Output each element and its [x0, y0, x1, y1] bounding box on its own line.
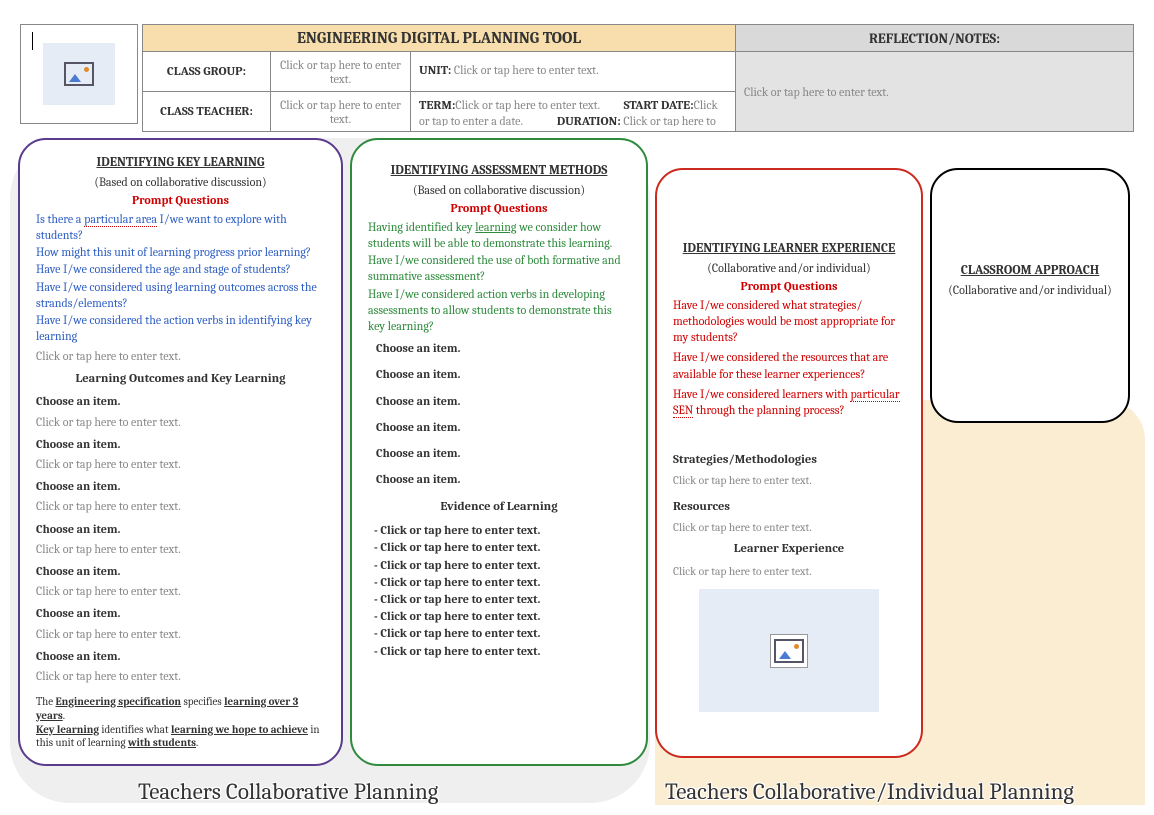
- evidence-item[interactable]: - Click or tap here to enter text.: [374, 574, 630, 590]
- text-input[interactable]: Click or tap here to enter text.: [36, 456, 325, 472]
- start-date-label: START DATE:: [624, 99, 694, 113]
- panel1-q2: How might this unit of learning progress…: [36, 244, 325, 260]
- evidence-item[interactable]: - Click or tap here to enter text.: [374, 591, 630, 607]
- choose-item[interactable]: Choose an item.: [376, 393, 630, 409]
- panel2-q2: Have I/we considered the use of both for…: [368, 252, 630, 284]
- choose-item[interactable]: Choose an item.: [376, 340, 630, 356]
- text-input[interactable]: Click or tap here to enter text.: [36, 583, 325, 599]
- panel2-q1: Having identified key learning we consid…: [368, 219, 630, 251]
- reflection-title: REFLECTION/NOTES:: [736, 25, 1134, 52]
- image-placeholder-icon: [774, 639, 804, 663]
- panel1-q4: Have I/we considered using learning outc…: [36, 279, 325, 311]
- panel4-title: CLASSROOM APPROACH: [948, 262, 1112, 280]
- panel2-section: Evidence of Learning: [368, 499, 630, 516]
- resources-input[interactable]: Click or tap here to enter text.: [673, 520, 905, 536]
- choose-item[interactable]: Choose an item.: [36, 605, 325, 621]
- panel3-title: IDENTIFYING LEARNER EXPERIENCE: [673, 240, 905, 258]
- panel-learner-experience: IDENTIFYING LEARNER EXPERIENCE (Collabor…: [655, 168, 923, 758]
- text-input[interactable]: Click or tap here to enter text.: [36, 668, 325, 684]
- learner-image-placeholder[interactable]: [699, 589, 879, 712]
- choose-item[interactable]: Choose an item.: [376, 471, 630, 487]
- image-placeholder-icon: [64, 62, 94, 86]
- main-title: ENGINEERING DIGITAL PLANNING TOOL: [143, 25, 736, 52]
- choose-item[interactable]: Choose an item.: [36, 393, 325, 409]
- evidence-item[interactable]: - Click or tap here to enter text.: [374, 625, 630, 641]
- panel2-q3: Have I/we considered action verbs in dev…: [368, 286, 630, 335]
- choose-item[interactable]: Choose an item.: [376, 445, 630, 461]
- panel1-q1: Is there a particular area I/we want to …: [36, 211, 325, 243]
- term-label: TERM:: [419, 99, 455, 113]
- footer-label-right: Teachers Collaborative/Individual Planni…: [665, 778, 1074, 805]
- reflection-input[interactable]: Click or tap here to enter text.: [736, 52, 1134, 132]
- evidence-item[interactable]: - Click or tap here to enter text.: [374, 557, 630, 573]
- class-teacher-input[interactable]: Click or tap here to enter text.: [271, 92, 411, 132]
- panel3-q3: Have I/we considered learners with parti…: [673, 386, 905, 418]
- duration-label: DURATION:: [557, 115, 621, 126]
- panel1-title: IDENTIFYING KEY LEARNING: [36, 154, 325, 172]
- choose-item[interactable]: Choose an item.: [36, 563, 325, 579]
- choose-item[interactable]: Choose an item.: [36, 436, 325, 452]
- panel3-q2: Have I/we considered the resources that …: [673, 349, 905, 381]
- unit-label: UNIT:: [419, 64, 451, 78]
- panel2-prompt: Prompt Questions: [368, 200, 630, 216]
- panel1-section: Learning Outcomes and Key Learning: [36, 371, 325, 388]
- text-input[interactable]: Click or tap here to enter text.: [36, 541, 325, 557]
- panel-assessment: IDENTIFYING ASSESSMENT METHODS (Based on…: [350, 138, 648, 766]
- panel1-prompt: Prompt Questions: [36, 192, 325, 208]
- unit-placeholder[interactable]: Click or tap here to enter text.: [454, 63, 599, 77]
- panel3-h2: Resources: [673, 499, 905, 516]
- choose-item[interactable]: Choose an item.: [36, 478, 325, 494]
- panel2-sub: (Based on collaborative discussion): [368, 182, 630, 198]
- evidence-item[interactable]: - Click or tap here to enter text.: [374, 522, 630, 538]
- panel1-sub: (Based on collaborative discussion): [36, 174, 325, 190]
- panel2-title: IDENTIFYING ASSESSMENT METHODS: [368, 162, 630, 180]
- logo-placeholder[interactable]: [43, 43, 115, 105]
- choose-item[interactable]: Choose an item.: [376, 366, 630, 382]
- term-placeholder[interactable]: Click or tap here to enter text.: [455, 98, 599, 112]
- unit-cell[interactable]: UNIT: Click or tap here to enter text.: [411, 52, 736, 92]
- evidence-list: - Click or tap here to enter text. - Cli…: [368, 522, 630, 659]
- panel3-h3: Learner Experience: [673, 541, 905, 558]
- panel1-q5: Have I/we considered the action verbs in…: [36, 312, 325, 344]
- text-input[interactable]: Click or tap here to enter text.: [36, 626, 325, 642]
- choose-item[interactable]: Choose an item.: [36, 521, 325, 537]
- panel-classroom-approach: CLASSROOM APPROACH (Collaborative and/or…: [930, 168, 1130, 423]
- panel3-h1: Strategies/Methodologies: [673, 452, 905, 469]
- panel-key-learning: IDENTIFYING KEY LEARNING (Based on colla…: [18, 138, 343, 766]
- learner-exp-input[interactable]: Click or tap here to enter text.: [673, 564, 905, 580]
- choose-item[interactable]: Choose an item.: [36, 648, 325, 664]
- panel3-sub: (Collaborative and/or individual): [673, 260, 905, 276]
- panel1-footnote: The Engineering specification specifies …: [36, 695, 325, 750]
- panel4-sub: (Collaborative and/or individual): [948, 282, 1112, 298]
- panel3-q1: Have I/we considered what strategies/ me…: [673, 297, 905, 346]
- class-teacher-label: CLASS TEACHER:: [143, 92, 271, 132]
- logo-box: [20, 24, 138, 124]
- term-dates-cell[interactable]: TERM:Click or tap here to enter text. ST…: [411, 92, 736, 132]
- choose-item[interactable]: Choose an item.: [376, 419, 630, 435]
- text-input[interactable]: Click or tap here to enter text.: [36, 414, 325, 430]
- text-input[interactable]: Click or tap here to enter text.: [36, 498, 325, 514]
- header-row: ENGINEERING DIGITAL PLANNING TOOL REFLEC…: [20, 24, 1134, 132]
- footer-label-left: Teachers Collaborative Planning: [138, 778, 438, 805]
- text-cursor: [32, 32, 33, 50]
- evidence-item[interactable]: - Click or tap here to enter text.: [374, 643, 630, 659]
- strategies-input[interactable]: Click or tap here to enter text.: [673, 473, 905, 489]
- class-group-label: CLASS GROUP:: [143, 52, 271, 92]
- panel1-q3: Have I/we considered the age and stage o…: [36, 261, 325, 277]
- evidence-item[interactable]: - Click or tap here to enter text.: [374, 539, 630, 555]
- evidence-item[interactable]: - Click or tap here to enter text.: [374, 608, 630, 624]
- class-group-input[interactable]: Click or tap here to enter text.: [271, 52, 411, 92]
- panel1-input[interactable]: Click or tap here to enter text.: [36, 348, 325, 364]
- panel3-prompt: Prompt Questions: [673, 278, 905, 294]
- header-table: ENGINEERING DIGITAL PLANNING TOOL REFLEC…: [142, 24, 1134, 132]
